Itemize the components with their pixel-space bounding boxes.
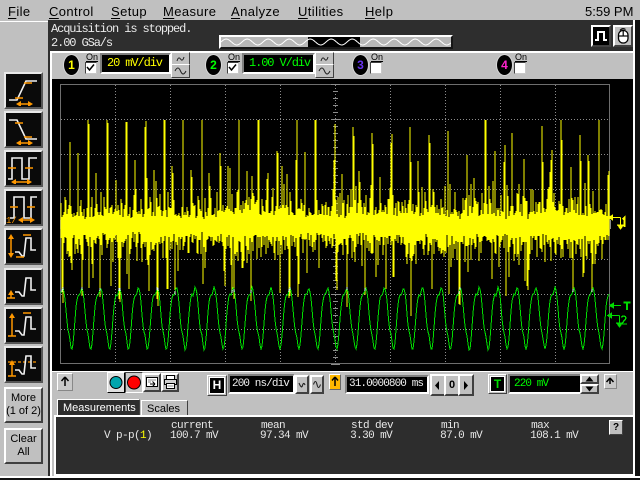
svg-text:1/: 1/	[6, 216, 17, 223]
